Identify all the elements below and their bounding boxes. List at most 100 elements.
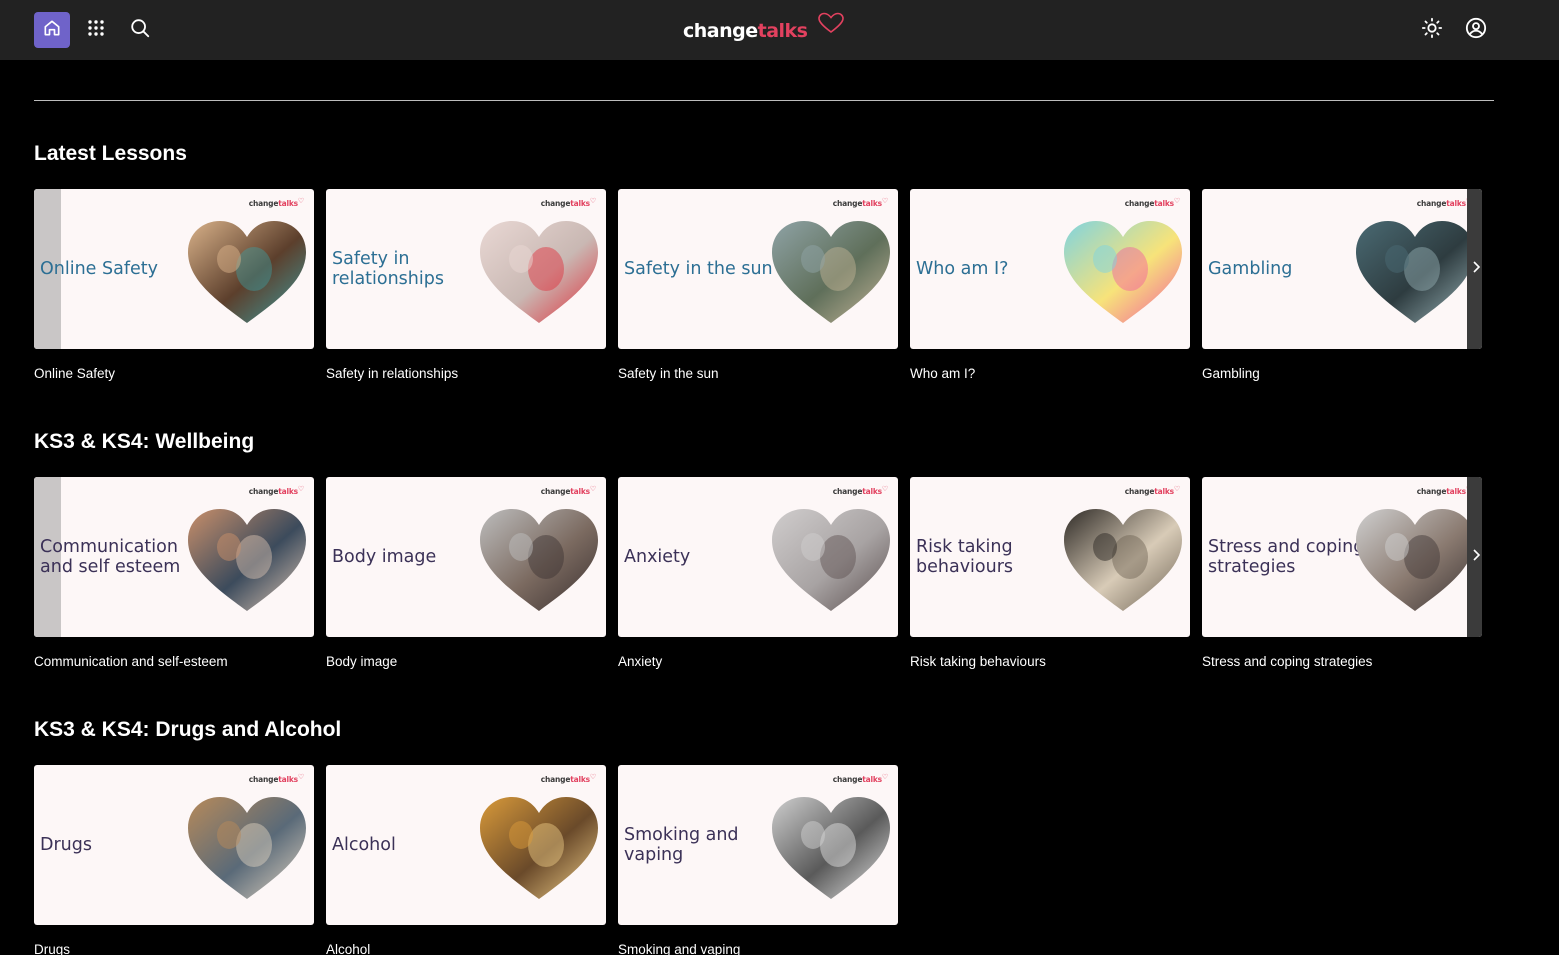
lesson-card-caption[interactable]: Anxiety xyxy=(618,654,662,669)
card-logo-change: change xyxy=(540,199,571,208)
home-icon xyxy=(42,18,62,43)
logo-text-change: change xyxy=(683,20,758,42)
chevron-right-icon xyxy=(1471,548,1481,567)
section-title-wellbeing: KS3 & KS4: Wellbeing xyxy=(34,430,255,453)
account-button[interactable] xyxy=(1464,17,1488,44)
carousel-next-button[interactable] xyxy=(1468,548,1482,567)
lesson-card[interactable]: changetalks♡ Stress and coping strategies xyxy=(1202,477,1482,637)
card-thumbnail-title: Risk taking behaviours xyxy=(916,537,1014,577)
lesson-card-caption[interactable]: Safety in the sun xyxy=(618,366,719,381)
card-logo-change: change xyxy=(540,775,571,784)
lesson-card-caption[interactable]: Stress and coping strategies xyxy=(1202,654,1372,669)
lesson-card[interactable]: changetalks♡ Online Safety xyxy=(34,189,314,349)
heart-photo-image xyxy=(768,507,894,615)
card-logo-talks: talks xyxy=(1154,199,1174,208)
card-brand-logo: changetalks♡ xyxy=(541,485,596,496)
heart-photo-image xyxy=(476,507,602,615)
heart-photo-image xyxy=(1352,507,1478,615)
lesson-card-caption[interactable]: Gambling xyxy=(1202,366,1260,381)
heart-photo-image xyxy=(476,795,602,903)
card-thumbnail-title: Drugs xyxy=(40,835,92,855)
lesson-card[interactable]: changetalks♡ Who am I? xyxy=(910,189,1190,349)
search-icon xyxy=(129,17,151,44)
card-thumbnail-title: Who am I? xyxy=(916,259,1009,279)
card-logo-heart-icon: ♡ xyxy=(1173,197,1180,205)
heart-photo-image xyxy=(1060,507,1186,615)
lesson-card-caption[interactable]: Body image xyxy=(326,654,397,669)
top-bar: changetalks xyxy=(0,0,1559,60)
card-thumbnail-title: Smoking and vaping xyxy=(624,825,739,865)
card-logo-change: change xyxy=(248,487,279,496)
logo-heart-icon xyxy=(817,12,845,39)
card-brand-logo: changetalks♡ xyxy=(1125,485,1180,496)
lesson-card-caption[interactable]: Risk taking behaviours xyxy=(910,654,1046,669)
card-thumbnail-title: Alcohol xyxy=(332,835,396,855)
lesson-card-caption[interactable]: Who am I? xyxy=(910,366,975,381)
card-thumbnail-title: Stress and coping strategies xyxy=(1208,537,1365,577)
content-divider xyxy=(34,100,1494,101)
card-logo-heart-icon: ♡ xyxy=(1173,485,1180,493)
apps-grid-icon xyxy=(87,19,105,42)
lesson-card[interactable]: changetalks♡ Safety in the sun xyxy=(618,189,898,349)
card-logo-heart-icon: ♡ xyxy=(881,197,888,205)
account-icon xyxy=(1465,17,1487,44)
card-brand-logo: changetalks♡ xyxy=(541,773,596,784)
card-logo-talks: talks xyxy=(862,487,882,496)
card-logo-talks: talks xyxy=(1446,199,1466,208)
changetalks-logo[interactable]: changetalks xyxy=(683,12,848,48)
card-logo-talks: talks xyxy=(570,199,590,208)
card-thumbnail-title: Anxiety xyxy=(624,547,691,567)
card-logo-heart-icon: ♡ xyxy=(297,197,304,205)
lesson-card[interactable]: changetalks♡ Communication and self estee… xyxy=(34,477,314,637)
theme-toggle-button[interactable] xyxy=(1420,17,1444,42)
card-logo-heart-icon: ♡ xyxy=(881,773,888,781)
card-logo-heart-icon: ♡ xyxy=(297,773,304,781)
card-logo-talks: talks xyxy=(1154,487,1174,496)
lesson-card-caption[interactable]: Alcohol xyxy=(326,942,370,955)
card-thumbnail-title: Online Safety xyxy=(40,259,158,279)
lesson-card[interactable]: changetalks♡ Drugs xyxy=(34,765,314,925)
apps-menu-button[interactable] xyxy=(84,18,108,42)
card-brand-logo: changetalks♡ xyxy=(833,485,888,496)
section-title-latest-lessons: Latest Lessons xyxy=(34,142,187,165)
lesson-card[interactable]: changetalks♡ Risk taking behaviours xyxy=(910,477,1190,637)
lesson-card-caption[interactable]: Smoking and vaping xyxy=(618,942,740,955)
card-logo-change: change xyxy=(248,775,279,784)
lesson-card-caption[interactable]: Communication and self-esteem xyxy=(34,654,228,669)
section-title-drugs-alcohol: KS3 & KS4: Drugs and Alcohol xyxy=(34,718,342,741)
card-logo-heart-icon: ♡ xyxy=(589,773,596,781)
lesson-card[interactable]: changetalks♡ Anxiety xyxy=(618,477,898,637)
card-brand-logo: changetalks♡ xyxy=(1125,197,1180,208)
lesson-card-caption[interactable]: Online Safety xyxy=(34,366,115,381)
chevron-right-icon xyxy=(1471,260,1481,279)
heart-photo-image xyxy=(184,219,310,327)
card-logo-change: change xyxy=(832,199,863,208)
home-button[interactable] xyxy=(34,12,70,48)
card-logo-change: change xyxy=(832,775,863,784)
card-logo-change: change xyxy=(1124,199,1155,208)
lesson-card-caption[interactable]: Drugs xyxy=(34,942,70,955)
lesson-card-caption[interactable]: Safety in relationships xyxy=(326,366,458,381)
heart-photo-image xyxy=(768,795,894,903)
card-brand-logo: changetalks♡ xyxy=(833,773,888,784)
lesson-card[interactable]: changetalks♡ Gambling xyxy=(1202,189,1482,349)
card-logo-change: change xyxy=(1124,487,1155,496)
card-logo-change: change xyxy=(248,199,279,208)
lesson-card[interactable]: changetalks♡ Safety in relationships xyxy=(326,189,606,349)
card-thumbnail-title: Body image xyxy=(332,547,437,567)
card-brand-logo: changetalks♡ xyxy=(833,197,888,208)
search-button[interactable] xyxy=(128,18,152,42)
card-logo-talks: talks xyxy=(278,199,298,208)
card-thumbnail-title: Gambling xyxy=(1208,259,1293,279)
card-logo-talks: talks xyxy=(570,775,590,784)
carousel-next-button[interactable] xyxy=(1468,260,1482,279)
lesson-card[interactable]: changetalks♡ Alcohol xyxy=(326,765,606,925)
lesson-card[interactable]: changetalks♡ Body image xyxy=(326,477,606,637)
heart-photo-image xyxy=(1060,219,1186,327)
logo-text-talks: talks xyxy=(757,20,808,42)
card-logo-talks: talks xyxy=(278,775,298,784)
card-logo-talks: talks xyxy=(570,487,590,496)
card-brand-logo: changetalks♡ xyxy=(249,773,304,784)
card-logo-heart-icon: ♡ xyxy=(589,197,596,205)
lesson-card[interactable]: changetalks♡ Smoking and vaping xyxy=(618,765,898,925)
